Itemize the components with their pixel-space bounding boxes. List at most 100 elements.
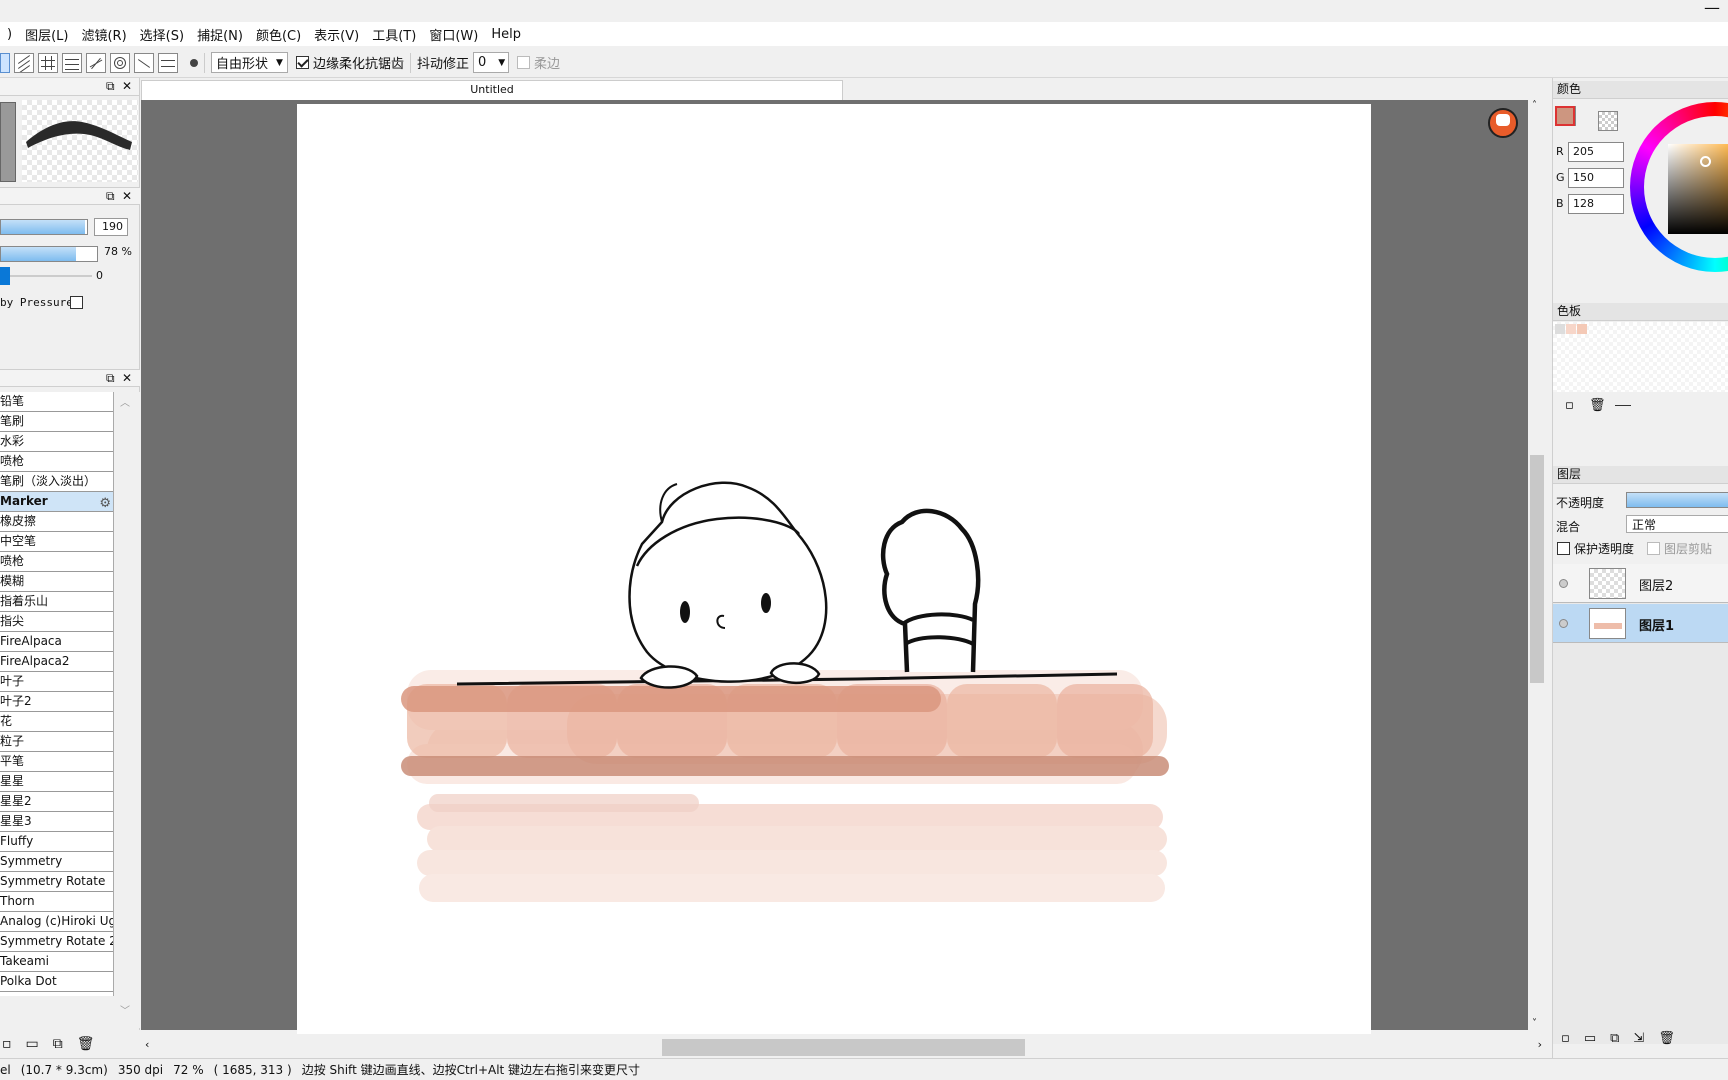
hue-wheel[interactable]: [1630, 102, 1728, 272]
snap-curve-icon[interactable]: [62, 52, 82, 73]
folder-icon[interactable]: ▭: [26, 1036, 39, 1052]
brush-list-item[interactable]: Thorn: [0, 892, 113, 912]
chevron-down-icon[interactable]: ˅: [1532, 1018, 1537, 1029]
brush-list-item[interactable]: 水彩: [0, 432, 113, 452]
visibility-icon[interactable]: [1559, 619, 1568, 628]
brush-list-item[interactable]: Symmetry Rotate: [0, 872, 113, 892]
layer-row[interactable]: 图层2: [1553, 564, 1728, 603]
protect-alpha-toggle[interactable]: 保护透明度: [1557, 540, 1634, 557]
menu-item-select[interactable]: 选择(S): [133, 25, 190, 44]
brush-list-item[interactable]: 星星: [0, 772, 113, 792]
brush-list-item[interactable]: 橡皮擦: [0, 512, 113, 532]
pressure-checkbox[interactable]: [70, 296, 83, 309]
snap-vanishing-icon[interactable]: [134, 52, 154, 73]
brush-list-item[interactable]: 笔刷: [0, 412, 113, 432]
snap-grid-icon[interactable]: [38, 52, 58, 73]
chevron-up-icon[interactable]: ˄: [1532, 100, 1537, 111]
brush-list-item[interactable]: 星星3: [0, 812, 113, 832]
menu-item-layer[interactable]: 图层(L): [18, 25, 74, 44]
layer-opacity-slider[interactable]: [1626, 492, 1728, 508]
stabilizer-select[interactable]: 0 ▼: [472, 52, 509, 73]
blur-slider-handle[interactable]: [0, 267, 10, 285]
brush-list-item[interactable]: Marker ⚙: [0, 492, 113, 512]
antialias-checkbox[interactable]: [295, 56, 309, 69]
menu-item-color[interactable]: 颜色(C): [249, 25, 307, 44]
palette-menu-icon[interactable]: [1615, 405, 1631, 406]
green-input[interactable]: 150: [1568, 168, 1624, 188]
menu-item-tools[interactable]: 工具(T): [365, 25, 422, 44]
window-minimize-button[interactable]: —: [1704, 0, 1720, 16]
brush-size-input[interactable]: 190: [94, 218, 128, 236]
duplicate-icon[interactable]: ⧉: [1610, 1031, 1619, 1046]
close-icon[interactable]: ✕: [122, 189, 132, 203]
brush-list-item[interactable]: 指着乐山: [0, 592, 113, 612]
chevron-right-icon[interactable]: ›: [1538, 1038, 1542, 1051]
avatar-icon[interactable]: [1488, 108, 1518, 138]
antialias-toggle[interactable]: 边缘柔化抗锯齿: [295, 53, 404, 72]
blend-mode-select[interactable]: 正常: [1626, 515, 1728, 533]
primary-color-swatch[interactable]: [1555, 106, 1575, 126]
close-icon[interactable]: ✕: [122, 79, 132, 93]
brush-list-item[interactable]: Polka Dot: [0, 972, 113, 992]
menu-item-snap[interactable]: 捕捉(N): [190, 25, 249, 44]
chevron-up-icon[interactable]: ︿: [120, 394, 130, 409]
visibility-icon[interactable]: [1559, 579, 1568, 588]
gear-icon[interactable]: ⚙: [99, 494, 111, 511]
float-panel-icon[interactable]: ⧉: [106, 371, 115, 385]
drawing-canvas[interactable]: [297, 104, 1371, 1034]
document-tab[interactable]: Untitled: [141, 80, 843, 100]
brush-list-scrollbar[interactable]: ︿ ﹀: [114, 392, 140, 1028]
brush-size-slider[interactable]: [0, 219, 88, 235]
transparent-color-swatch[interactable]: [1598, 111, 1618, 131]
brush-list-item[interactable]: FireAlpaca2: [0, 652, 113, 672]
brush-list-item[interactable]: 模糊: [0, 572, 113, 592]
brush-list-item[interactable]: 铅笔: [0, 392, 113, 412]
blue-input[interactable]: 128: [1568, 194, 1624, 214]
brush-list-item[interactable]: Analog (c)Hiroki Uga: [0, 912, 113, 932]
saturation-value-box[interactable]: [1668, 144, 1728, 234]
snap-off-icon[interactable]: [0, 52, 10, 73]
vertical-scroll-thumb[interactable]: [1530, 455, 1544, 683]
brush-list-item[interactable]: 喷枪: [0, 452, 113, 472]
snap-3d-icon[interactable]: [158, 52, 178, 73]
brush-list-item[interactable]: FireAlpaca: [0, 632, 113, 652]
horizontal-scroll-thumb[interactable]: [662, 1039, 1025, 1056]
brush-list-item[interactable]: Fluffy: [0, 832, 113, 852]
brush-list-item[interactable]: 叶子: [0, 672, 113, 692]
brush-list-item[interactable]: 笔刷（淡入淡出）: [0, 472, 113, 492]
palette-area[interactable]: [1553, 322, 1728, 392]
brush-list-item[interactable]: 叶子2: [0, 692, 113, 712]
brush-list-item[interactable]: Takeami: [0, 952, 113, 972]
menu-item-window[interactable]: 窗口(W): [422, 25, 484, 44]
protect-alpha-checkbox[interactable]: [1557, 542, 1570, 555]
menu-item-view[interactable]: 表示(V): [307, 25, 365, 44]
brush-list-item[interactable]: Symmetry: [0, 852, 113, 872]
folder-icon[interactable]: ▭: [1584, 1031, 1596, 1046]
menu-item-filter[interactable]: 滤镜(R): [74, 25, 132, 44]
menu-item-partial[interactable]: ): [0, 27, 18, 42]
brush-list-item[interactable]: 花: [0, 712, 113, 732]
brush-list-item[interactable]: 中空笔: [0, 532, 113, 552]
close-icon[interactable]: ✕: [122, 371, 132, 385]
chevron-left-icon[interactable]: ‹: [145, 1038, 149, 1051]
snap-parallel-icon[interactable]: [14, 52, 34, 73]
menu-item-help[interactable]: Help: [484, 27, 527, 42]
new-brush-icon[interactable]: ▫: [2, 1036, 12, 1052]
new-layer-icon[interactable]: ▫: [1561, 1031, 1570, 1046]
float-panel-icon[interactable]: ⧉: [106, 79, 115, 93]
navigator-preview[interactable]: [0, 102, 16, 182]
brush-list-item[interactable]: 星星2: [0, 792, 113, 812]
snap-perspective-icon[interactable]: [86, 52, 106, 73]
new-palette-icon[interactable]: ▫: [1565, 398, 1574, 413]
brush-list-item[interactable]: 平笔: [0, 752, 113, 772]
merge-icon[interactable]: ⇲: [1633, 1031, 1644, 1046]
brush-list-item[interactable]: 喷枪: [0, 552, 113, 572]
duplicate-icon[interactable]: ⧉: [53, 1036, 63, 1052]
shape-select[interactable]: 自由形状 ▼: [211, 52, 288, 73]
snap-concentric-icon[interactable]: [110, 52, 130, 73]
float-panel-icon[interactable]: ⧉: [106, 189, 115, 203]
red-input[interactable]: 205: [1568, 142, 1624, 162]
trash-icon[interactable]: 🗑: [1589, 398, 1606, 413]
trash-icon[interactable]: 🗑: [1658, 1031, 1675, 1046]
layer-row-selected[interactable]: 图层1: [1553, 604, 1728, 643]
